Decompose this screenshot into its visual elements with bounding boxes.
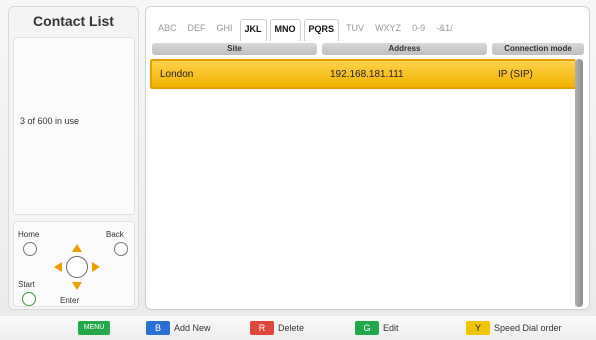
speed-dial-order-button[interactable]: Speed Dial order [494, 321, 562, 335]
cell-site: London [160, 69, 194, 80]
bottom-bar: MENU B Add New R Delete G Edit Y Speed D… [0, 316, 596, 340]
tab-0-9[interactable]: 0-9 [408, 19, 429, 41]
start-label: Start [18, 280, 35, 289]
arrow-down-icon [72, 282, 82, 290]
edit-button[interactable]: Edit [383, 321, 399, 335]
arrow-right-icon [92, 262, 100, 272]
column-header-site: Site [152, 43, 317, 55]
table-header: Site Address Connection mode [152, 43, 584, 55]
tab-def[interactable]: DEF [184, 19, 210, 41]
left-panel: Contact List 3 of 600 in use Home Back S… [8, 6, 139, 310]
column-header-connection-mode: Connection mode [492, 43, 584, 55]
scrollbar[interactable] [575, 59, 583, 307]
cell-address: 192.168.181.111 [330, 69, 404, 80]
yellow-key-icon[interactable]: Y [466, 321, 490, 335]
enter-icon [66, 256, 88, 278]
enter-label: Enter [60, 296, 80, 305]
arrow-up-icon [72, 244, 82, 252]
table-row[interactable]: London 192.168.181.111 IP (SIP) [150, 59, 582, 89]
usage-box: 3 of 600 in use [13, 37, 135, 215]
tab-symbols[interactable]: -&1/ [432, 19, 457, 41]
home-icon [23, 242, 37, 256]
tab-abc[interactable]: ABC [154, 19, 181, 41]
back-label: Back [106, 230, 124, 239]
tab-ghi[interactable]: GHI [213, 19, 237, 41]
contact-list-panel: ABC DEF GHI JKL MNO PQRS TUV WXYZ 0-9 -&… [145, 6, 590, 310]
tab-jkl[interactable]: JKL [239, 19, 267, 41]
tab-wxyz[interactable]: WXYZ [371, 19, 405, 41]
back-icon [114, 242, 128, 256]
arrow-left-icon [54, 262, 62, 272]
green-key-icon[interactable]: G [355, 321, 379, 335]
usage-count: 3 of 600 in use [20, 116, 80, 126]
column-header-address: Address [322, 43, 487, 55]
tab-mno[interactable]: MNO [269, 19, 301, 41]
tab-tuv[interactable]: TUV [342, 19, 368, 41]
cell-connection-mode: IP (SIP) [498, 69, 533, 80]
scrollbar-thumb[interactable] [575, 59, 583, 307]
alpha-tabs: ABC DEF GHI JKL MNO PQRS TUV WXYZ 0-9 -&… [154, 19, 457, 41]
delete-button[interactable]: Delete [278, 321, 304, 335]
add-new-button[interactable]: Add New [174, 321, 211, 335]
start-icon [22, 292, 36, 306]
panel-title: Contact List [33, 13, 114, 29]
dpad-icon [52, 242, 102, 292]
blue-key-icon[interactable]: B [146, 321, 170, 335]
home-label: Home [18, 230, 40, 239]
remote-control-guide: Home Back Start Enter [13, 221, 135, 307]
red-key-icon[interactable]: R [250, 321, 274, 335]
tab-pqrs[interactable]: PQRS [303, 19, 340, 41]
menu-key-icon[interactable]: MENU [78, 321, 110, 335]
